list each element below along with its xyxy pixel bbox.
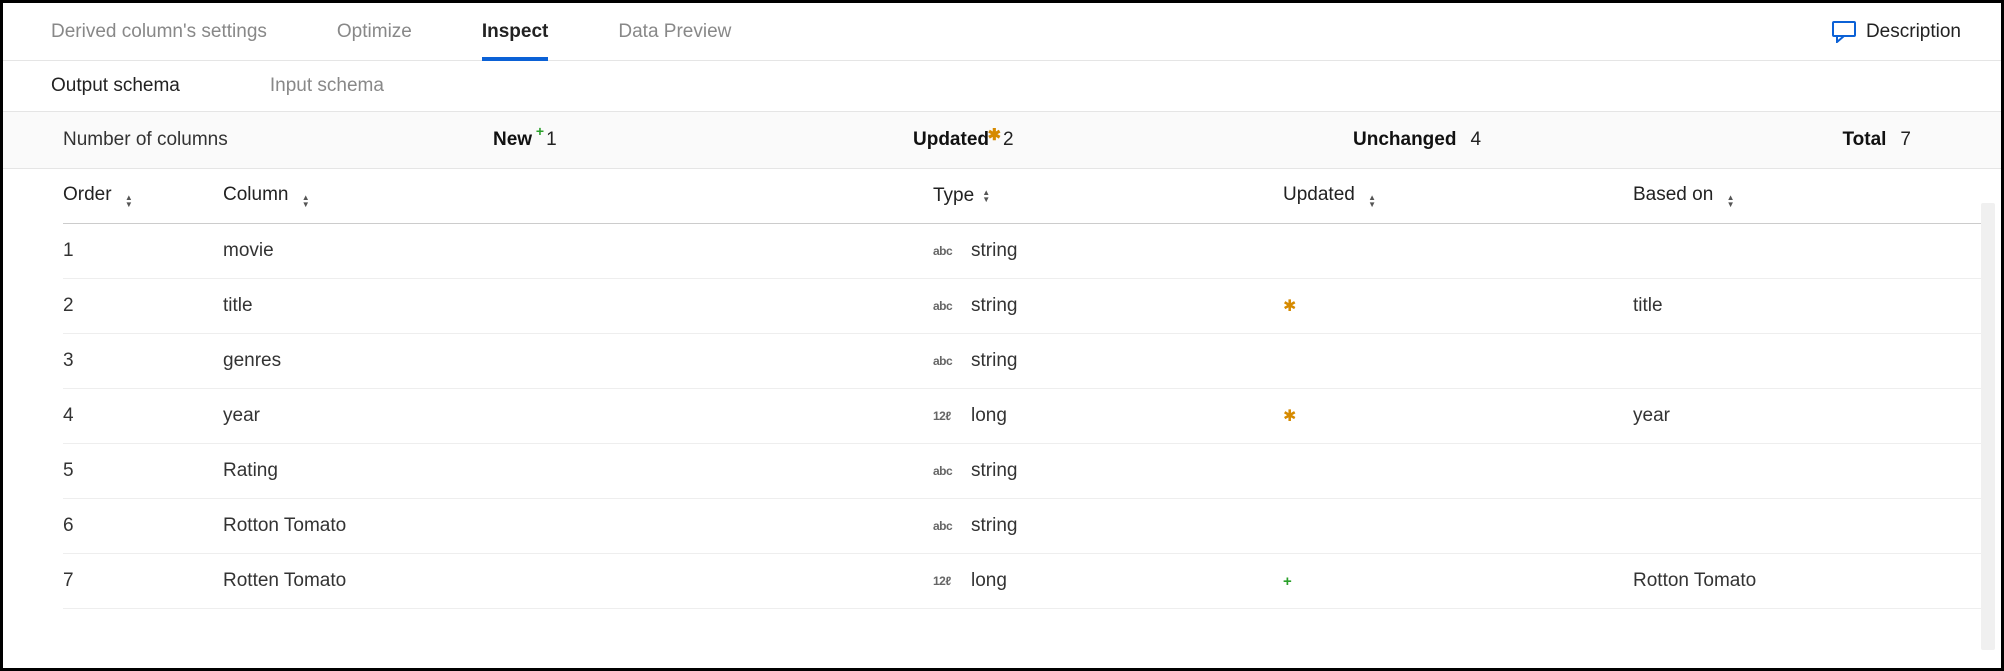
cell-type: abcstring: [933, 295, 1283, 317]
cell-order: 6: [63, 515, 223, 537]
cell-updated: ✱: [1283, 295, 1633, 317]
cell-order: 7: [63, 570, 223, 592]
updated-value: 2: [1003, 129, 1014, 151]
total-label: Total: [1842, 129, 1886, 151]
header-type[interactable]: Type: [933, 185, 974, 207]
top-tabs: Derived column's settings Optimize Inspe…: [3, 3, 2001, 61]
table-row[interactable]: 1movieabcstring: [63, 224, 1981, 279]
cell-type: abcstring: [933, 350, 1283, 372]
header-based-on[interactable]: Based on: [1633, 184, 1713, 205]
type-icon: abc: [933, 244, 963, 258]
table-row[interactable]: 2titleabcstring✱title: [63, 279, 1981, 334]
header-order[interactable]: Order: [63, 184, 112, 205]
new-value: 1: [546, 129, 557, 151]
table-header-row: Order ▲▼ Column ▲▼ Type ▲▼ Updated ▲▼ Ba…: [63, 169, 1981, 224]
cell-type: abcstring: [933, 515, 1283, 537]
cell-type: 12ℓlong: [933, 570, 1283, 592]
cell-column: movie: [223, 240, 933, 262]
header-updated[interactable]: Updated: [1283, 184, 1355, 205]
cell-type: abcstring: [933, 460, 1283, 482]
comment-icon: [1832, 21, 1856, 43]
description-label: Description: [1866, 21, 1961, 43]
cell-column: Rotten Tomato: [223, 570, 933, 592]
cell-based-on: year: [1633, 405, 1981, 427]
new-label: New+: [493, 129, 532, 151]
column-stats-bar: Number of columns New+ 1 Updated✱ 2 Unch…: [3, 111, 2001, 169]
tab-optimize[interactable]: Optimize: [337, 3, 412, 60]
cell-based-on: title: [1633, 295, 1981, 317]
type-icon: abc: [933, 354, 963, 368]
cell-order: 4: [63, 405, 223, 427]
cell-column: Rotton Tomato: [223, 515, 933, 537]
cell-type: abcstring: [933, 240, 1283, 262]
schema-table: Order ▲▼ Column ▲▼ Type ▲▼ Updated ▲▼ Ba…: [3, 169, 2001, 609]
cell-order: 3: [63, 350, 223, 372]
tab-derived-columns-settings[interactable]: Derived column's settings: [51, 3, 267, 60]
table-row[interactable]: 7Rotten Tomato12ℓlong+ Rotton Tomato: [63, 554, 1981, 609]
sort-icon[interactable]: ▲▼: [1368, 194, 1376, 208]
plus-icon: +: [536, 123, 544, 139]
schema-subtabs: Output schema Input schema: [3, 61, 2001, 111]
updated-star-icon: ✱: [1283, 298, 1296, 315]
type-icon: abc: [933, 519, 963, 533]
sort-icon[interactable]: ▲▼: [982, 189, 990, 203]
type-icon: abc: [933, 464, 963, 478]
cell-column: year: [223, 405, 933, 427]
table-row[interactable]: 6Rotton Tomatoabcstring: [63, 499, 1981, 554]
cell-column: genres: [223, 350, 933, 372]
cell-updated: +: [1283, 570, 1633, 592]
cell-updated: ✱: [1283, 405, 1633, 427]
updated-label: Updated✱: [913, 129, 989, 151]
table-row[interactable]: 3genresabcstring: [63, 334, 1981, 389]
unchanged-label: Unchanged: [1353, 129, 1456, 151]
subtab-input-schema[interactable]: Input schema: [270, 75, 384, 97]
type-icon: 12ℓ: [933, 409, 963, 423]
sort-icon[interactable]: ▲▼: [125, 194, 133, 208]
type-icon: 12ℓ: [933, 574, 963, 588]
cell-type: 12ℓlong: [933, 405, 1283, 427]
columns-count-label: Number of columns: [63, 129, 228, 151]
table-row[interactable]: 5Ratingabcstring: [63, 444, 1981, 499]
sort-icon[interactable]: ▲▼: [1727, 194, 1735, 208]
cell-order: 2: [63, 295, 223, 317]
unchanged-value: 4: [1470, 129, 1481, 151]
scrollbar[interactable]: [1981, 203, 1995, 650]
cell-based-on: Rotton Tomato: [1633, 570, 1981, 592]
cell-column: title: [223, 295, 933, 317]
header-column[interactable]: Column: [223, 184, 288, 205]
total-value: 7: [1900, 129, 1911, 151]
tab-data-preview[interactable]: Data Preview: [618, 3, 731, 60]
star-icon: ✱: [988, 125, 1001, 145]
cell-order: 1: [63, 240, 223, 262]
cell-order: 5: [63, 460, 223, 482]
subtab-output-schema[interactable]: Output schema: [51, 75, 180, 97]
sort-icon[interactable]: ▲▼: [302, 194, 310, 208]
tab-inspect[interactable]: Inspect: [482, 3, 549, 60]
updated-star-icon: ✱: [1283, 408, 1296, 425]
table-row[interactable]: 4year12ℓlong✱year: [63, 389, 1981, 444]
new-plus-icon: +: [1283, 573, 1292, 590]
cell-column: Rating: [223, 460, 933, 482]
description-button[interactable]: Description: [1832, 21, 1961, 43]
type-icon: abc: [933, 299, 963, 313]
